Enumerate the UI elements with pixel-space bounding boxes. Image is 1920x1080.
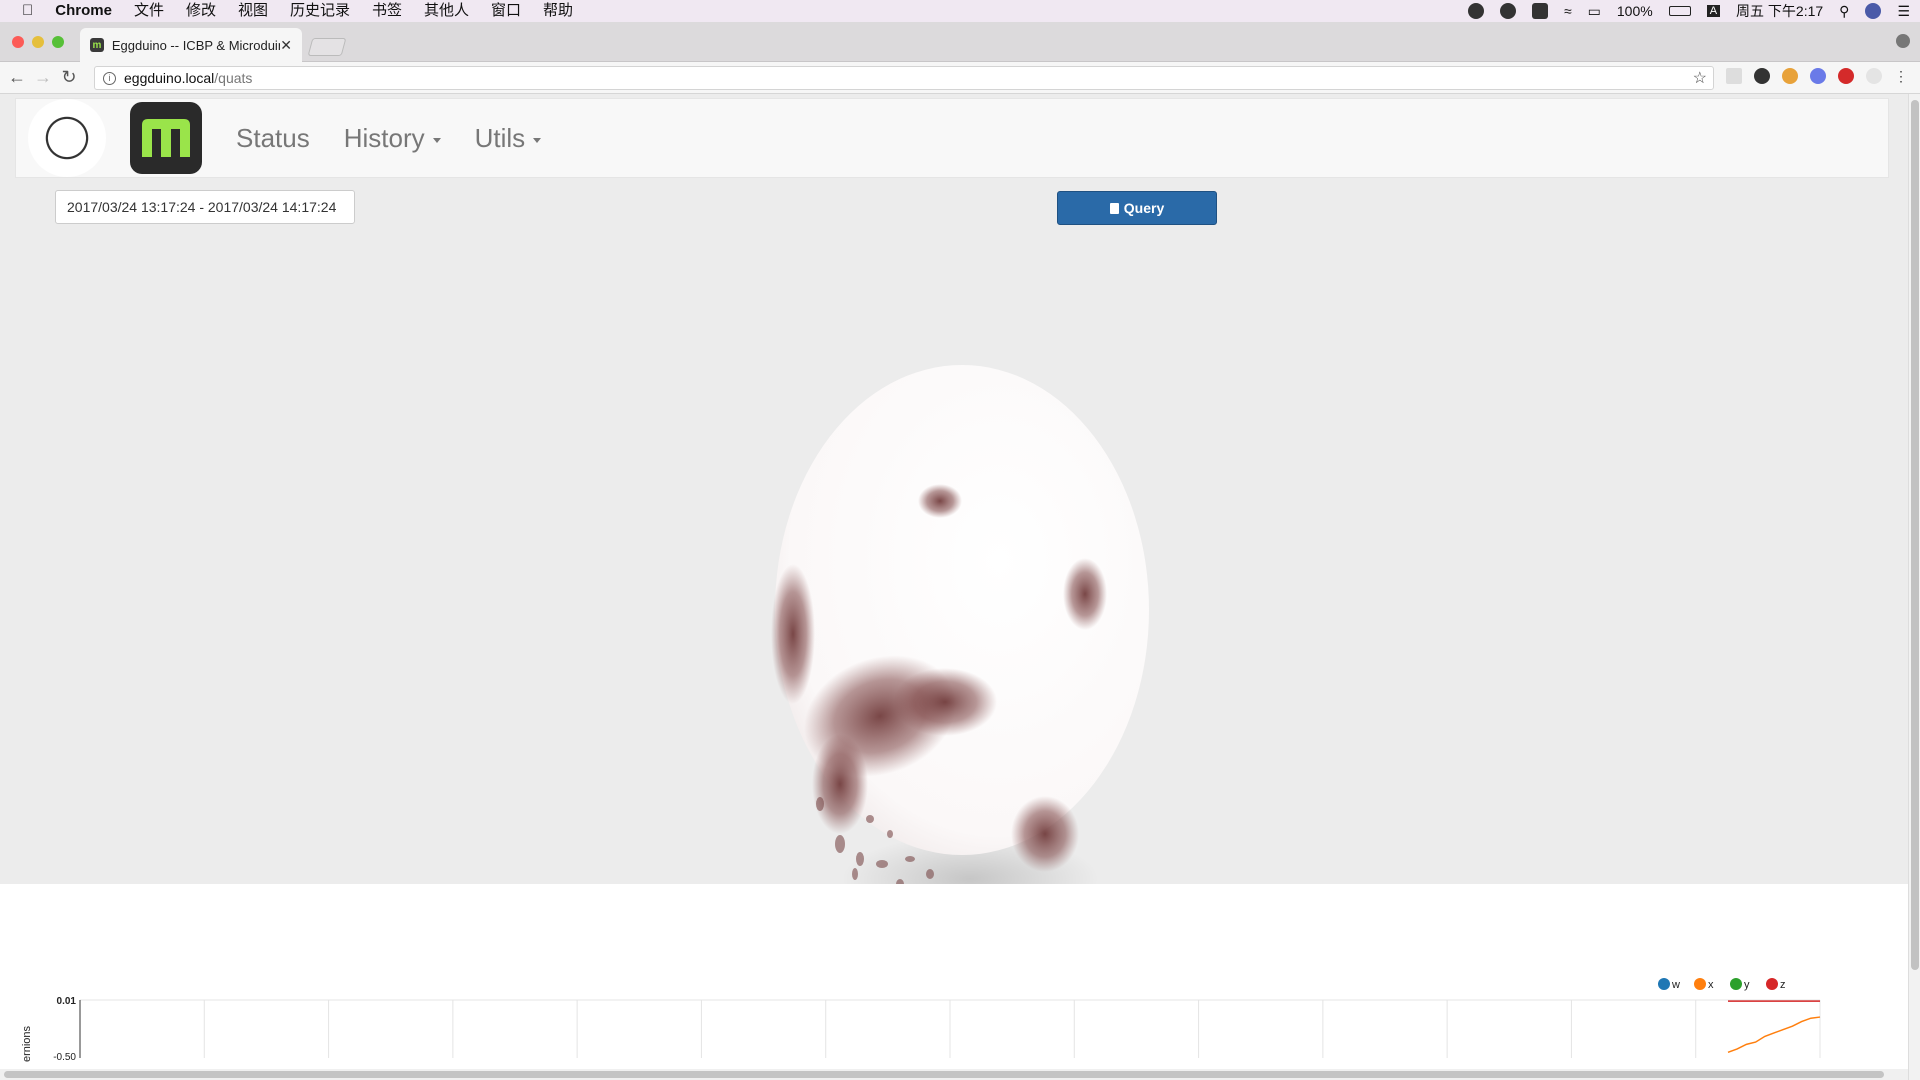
menu-file[interactable]: 文件 bbox=[134, 0, 164, 22]
microduino-m-icon bbox=[142, 119, 190, 157]
cookie-extension-icon[interactable] bbox=[1782, 68, 1798, 84]
adblock-icon[interactable] bbox=[1838, 68, 1854, 84]
legend-label: w bbox=[1671, 979, 1680, 991]
tab-bar: m Eggduino -- ICBP & Microduino ✕ bbox=[0, 22, 1920, 62]
browser-toolbar: ← → ↻ i eggduino.local /quats ☆ ⋮ bbox=[0, 62, 1920, 94]
quaternion-chart-panel: 0.01 -0.50 ernions w x y z bbox=[0, 884, 1908, 1074]
vertical-scroll-thumb[interactable] bbox=[1911, 100, 1919, 970]
daterange-input[interactable]: 2017/03/24 13:17:24 - 2017/03/24 14:17:2… bbox=[55, 190, 355, 224]
legend-marker bbox=[1730, 978, 1742, 990]
document-icon bbox=[1109, 202, 1119, 214]
menu-app[interactable]: Chrome bbox=[55, 0, 112, 22]
y-tick-label: 0.01 bbox=[57, 996, 77, 1007]
profile-icon[interactable] bbox=[1896, 34, 1910, 48]
quaternion-chart: 0.01 -0.50 ernions w x y z bbox=[21, 978, 1821, 1063]
nav-status-label: Status bbox=[236, 122, 310, 153]
legend-marker bbox=[1658, 978, 1670, 990]
spotlight-icon[interactable]: ⚲ bbox=[1839, 3, 1849, 20]
egg-model bbox=[771, 365, 1149, 884]
series-line-x bbox=[1727, 1016, 1821, 1054]
settings-extension-icon[interactable] bbox=[1754, 68, 1770, 84]
egg-speckle bbox=[1011, 796, 1079, 872]
battery-icon[interactable] bbox=[1668, 6, 1691, 16]
caret-down-icon bbox=[432, 137, 441, 143]
new-tab-button[interactable] bbox=[307, 38, 347, 56]
egg-3d-viewer[interactable] bbox=[760, 364, 1160, 924]
shield-extension-icon[interactable] bbox=[1810, 68, 1826, 84]
legend-marker bbox=[1766, 978, 1778, 990]
egg-speckle bbox=[1063, 558, 1107, 630]
menu-bookmarks[interactable]: 书签 bbox=[372, 0, 402, 22]
egg-speckle bbox=[812, 734, 868, 834]
y-axis-label: ernions bbox=[21, 1025, 33, 1062]
egg-speckle bbox=[771, 564, 815, 704]
egg-speckle bbox=[893, 668, 997, 736]
legend-marker bbox=[1694, 978, 1706, 990]
extension-grid-icon[interactable] bbox=[1726, 68, 1742, 84]
app-navbar: Status History Utils bbox=[15, 98, 1889, 178]
minimize-window-button[interactable] bbox=[32, 36, 44, 48]
legend-label: z bbox=[1780, 979, 1786, 991]
reload-icon[interactable]: ↻ bbox=[56, 67, 82, 88]
menu-people[interactable]: 其他人 bbox=[424, 0, 469, 22]
horizontal-scroll-thumb[interactable] bbox=[4, 1071, 1884, 1078]
docker-icon[interactable] bbox=[1531, 3, 1548, 19]
menu-window[interactable]: 窗口 bbox=[491, 0, 521, 22]
maximize-window-button[interactable] bbox=[52, 36, 64, 48]
menu-edit[interactable]: 修改 bbox=[186, 0, 216, 22]
wechat-icon[interactable] bbox=[1499, 3, 1516, 19]
icbp-logo[interactable] bbox=[28, 99, 106, 177]
bookmark-star-icon[interactable]: ☆ bbox=[1693, 68, 1707, 88]
notification-center-icon[interactable]: ☰ bbox=[1897, 3, 1910, 20]
y-tick-label: -0.50 bbox=[53, 1052, 76, 1063]
url-path: /quats bbox=[214, 70, 253, 86]
menu-help[interactable]: 帮助 bbox=[543, 0, 573, 22]
nav-utils-label: Utils bbox=[474, 122, 526, 153]
tab-eggduino[interactable]: m Eggduino -- ICBP & Microduino ✕ bbox=[80, 28, 302, 62]
wifi-icon[interactable]: ≈ bbox=[1564, 3, 1572, 19]
query-button-label: Query bbox=[1123, 200, 1165, 216]
chrome-menu-icon[interactable]: ⋮ bbox=[1894, 68, 1908, 85]
siri-icon[interactable] bbox=[1865, 3, 1882, 19]
menu-view[interactable]: 视图 bbox=[238, 0, 268, 22]
extension-inactive-icon[interactable] bbox=[1866, 68, 1882, 84]
microduino-logo[interactable] bbox=[130, 102, 202, 174]
address-bar[interactable]: i eggduino.local /quats ☆ bbox=[94, 66, 1714, 90]
nav-history-label: History bbox=[343, 122, 425, 153]
apple-icon[interactable]:  bbox=[22, 0, 33, 22]
input-method-icon[interactable]: A bbox=[1706, 5, 1721, 17]
vertical-scrollbar[interactable] bbox=[1908, 94, 1920, 1080]
menu-history[interactable]: 历史记录 bbox=[290, 0, 350, 22]
microduino-favicon-icon: m bbox=[90, 38, 104, 52]
caret-down-icon bbox=[533, 137, 542, 143]
info-icon[interactable]: i bbox=[103, 71, 116, 85]
nav-status[interactable]: Status bbox=[236, 123, 310, 154]
url-host: eggduino.local bbox=[124, 70, 215, 86]
mac-menubar:  Chrome 文件 修改 视图 历史记录 书签 其他人 窗口 帮助 ≈ ▭ … bbox=[0, 0, 1920, 22]
airplay-icon[interactable]: ▭ bbox=[1588, 3, 1601, 20]
qq-icon[interactable] bbox=[1467, 3, 1484, 19]
egg-speckle bbox=[918, 484, 962, 518]
close-tab-icon[interactable]: ✕ bbox=[280, 37, 292, 54]
horizontal-scrollbar[interactable] bbox=[0, 1069, 1908, 1080]
back-icon[interactable]: ← bbox=[4, 67, 30, 88]
nav-utils-dropdown[interactable]: Utils bbox=[475, 123, 542, 154]
tab-title: Eggduino -- ICBP & Microduino bbox=[111, 37, 281, 53]
legend-label: y bbox=[1744, 979, 1750, 991]
menubar-clock[interactable]: 周五 下午2:17 bbox=[1736, 1, 1823, 21]
nav-history-dropdown[interactable]: History bbox=[344, 123, 441, 154]
battery-percent[interactable]: 100% bbox=[1617, 3, 1653, 19]
query-button[interactable]: Query bbox=[1057, 191, 1217, 225]
forward-icon[interactable]: → bbox=[30, 67, 56, 88]
legend-label: x bbox=[1708, 979, 1714, 991]
close-window-button[interactable] bbox=[12, 36, 24, 48]
